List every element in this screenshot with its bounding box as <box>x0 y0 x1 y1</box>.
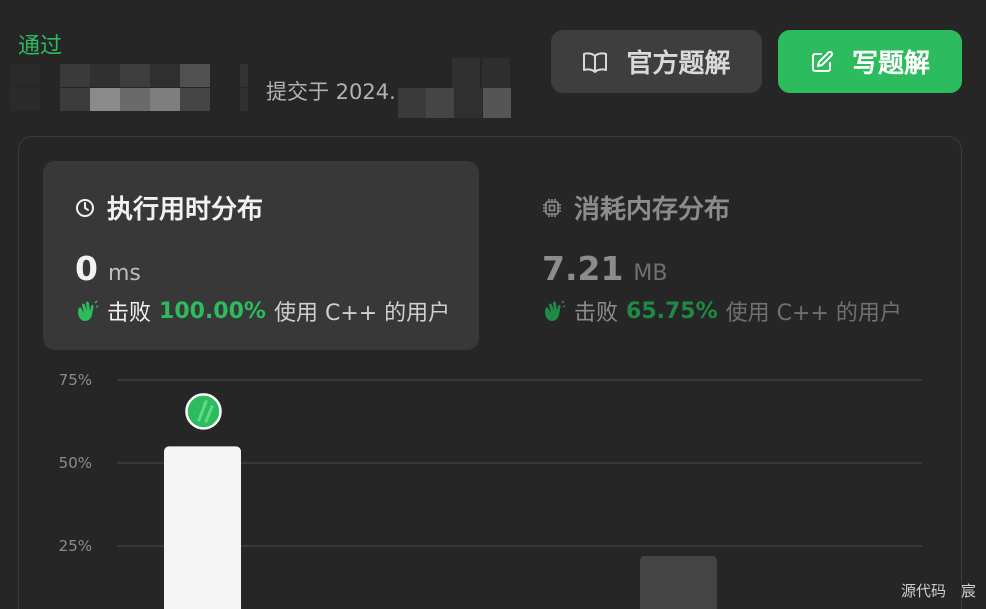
bar-highlight[interactable] <box>164 446 241 609</box>
pixelated-date <box>398 58 511 118</box>
runtime-beats: 击败 100.00% 使用 C++ 的用户 <box>75 295 450 327</box>
clap-icon <box>75 300 99 322</box>
official-solution-label: 官方题解 <box>626 49 731 79</box>
pixelated-username <box>10 64 250 112</box>
submission-detail: 通过 提交于 2024. 官方题解 写题解 执行用时分布 0 ms 击败 100… <box>0 0 986 609</box>
memory-beats: 击败 65.75% 使用 C++ 的用户 <box>542 295 902 327</box>
y-tick-label: 75% <box>59 371 92 389</box>
y-tick-label: 50% <box>59 454 92 472</box>
clap-icon <box>542 300 566 322</box>
memory-beats-label: 击败 <box>574 301 619 326</box>
y-tick-label: 25% <box>59 537 92 555</box>
runtime-title: 执行用时分布 <box>75 189 263 226</box>
bar[interactable] <box>640 555 717 609</box>
runtime-number: 0 <box>75 249 98 288</box>
runtime-beats-suffix: 使用 C++ 的用户 <box>273 301 451 326</box>
runtime-value: 0 ms <box>75 249 141 288</box>
memory-beats-suffix: 使用 C++ 的用户 <box>725 301 902 326</box>
runtime-title-text: 执行用时分布 <box>107 195 264 225</box>
memory-card[interactable]: 消耗内存分布 7.21 MB 击败 65.75% 使用 C++ 的用户 <box>510 161 946 350</box>
status-accepted: 通过 <box>18 34 63 59</box>
submitted-time: 提交于 2024. <box>266 80 396 104</box>
memory-beats-pct: 65.75% <box>626 298 718 324</box>
chip-icon <box>542 198 562 218</box>
book-icon <box>582 51 608 73</box>
clock-icon <box>75 198 95 218</box>
runtime-unit: ms <box>107 261 141 286</box>
edit-icon <box>810 50 834 74</box>
runtime-beats-pct: 100.00% <box>159 298 266 324</box>
write-solution-button[interactable]: 写题解 <box>778 30 962 93</box>
memory-unit: MB <box>633 261 668 286</box>
runtime-card[interactable]: 执行用时分布 0 ms 击败 100.00% 使用 C++ 的用户 <box>43 161 479 350</box>
memory-number: 7.21 <box>542 249 624 288</box>
memory-value: 7.21 MB <box>542 249 668 288</box>
runtime-beats-label: 击败 <box>107 301 152 326</box>
memory-title-text: 消耗内存分布 <box>574 195 731 225</box>
write-solution-label: 写题解 <box>851 49 930 79</box>
official-solution-button[interactable]: 官方题解 <box>551 30 762 93</box>
runtime-distribution-chart: 75% 50% 25% <box>59 371 922 609</box>
watermark: 源代码 宸 <box>900 582 976 600</box>
memory-title: 消耗内存分布 <box>542 189 730 226</box>
